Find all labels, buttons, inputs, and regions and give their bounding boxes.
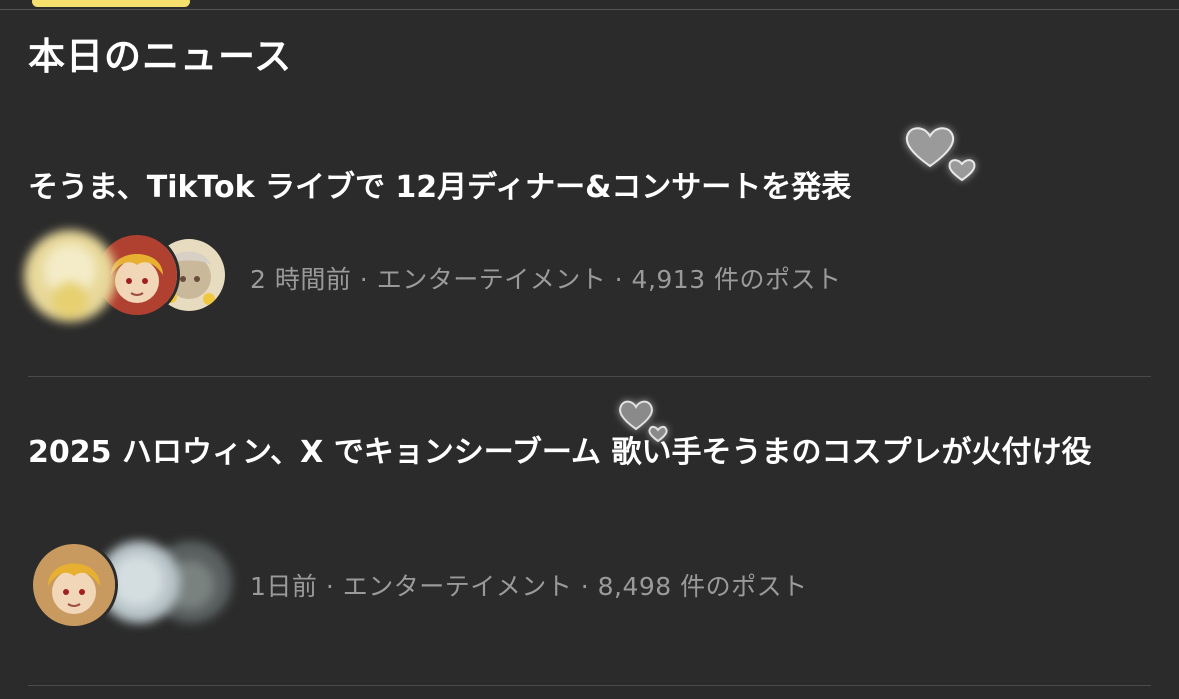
news-meta-row: 2 時間前 · エンターテイメント · 4,913 件のポスト <box>0 230 1179 322</box>
news-item[interactable]: そうま、TikTok ライブで 12月ディナー&コンサートを発表 2 時間前 ·… <box>0 127 1179 377</box>
news-headline[interactable]: そうま、TikTok ライブで 12月ディナー&コンサートを発表 <box>28 167 1153 209</box>
news-meta: 2 時間前 · エンターテイメント · 4,913 件のポスト <box>250 265 842 294</box>
avatar <box>30 541 118 629</box>
avatar <box>24 230 116 322</box>
news-meta: 1日前 · エンターテイメント · 8,498 件のポスト <box>250 572 808 601</box>
tab-bar-divider <box>0 9 1179 10</box>
news-headline[interactable]: 2025 ハロウィン、X でキョンシーブーム 歌い手そうまのコスプレが火付け役 <box>28 432 1153 474</box>
news-divider <box>28 685 1151 686</box>
news-meta-row: 1日前 · エンターテイメント · 8,498 件のポスト <box>0 541 1179 631</box>
active-tab-indicator <box>32 0 190 7</box>
news-item[interactable]: 2025 ハロウィン、X でキョンシーブーム 歌い手そうまのコスプレが火付け役 <box>0 377 1179 686</box>
section-title: 本日のニュース <box>28 35 293 78</box>
